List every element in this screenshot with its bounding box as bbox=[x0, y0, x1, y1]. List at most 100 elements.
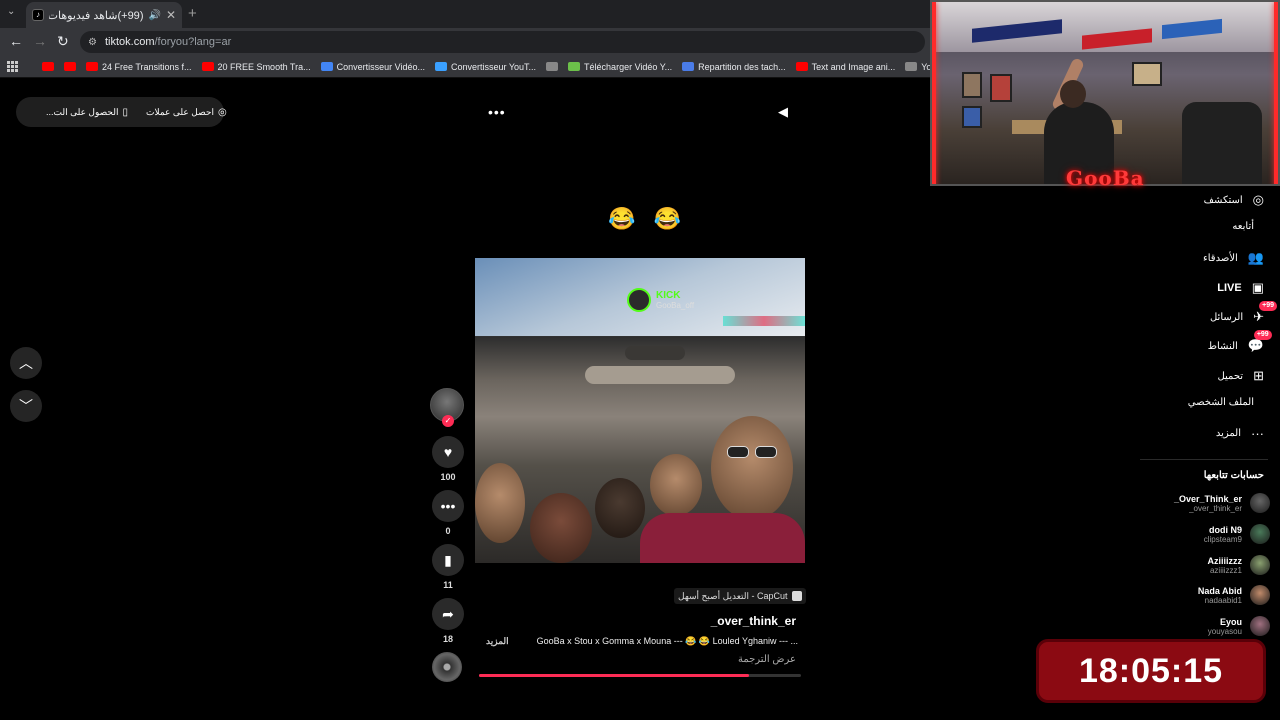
account-text: Aziiiizzz aziiiizzz1 bbox=[1207, 556, 1242, 575]
music-disc-icon[interactable] bbox=[432, 652, 462, 682]
account-text: dodi N9 clipsteam9 bbox=[1204, 525, 1242, 544]
video-progress-fill bbox=[479, 674, 750, 677]
reload-icon[interactable]: ↻ bbox=[57, 33, 69, 50]
sidebar-item-label: تحميل bbox=[1217, 370, 1244, 382]
following-accounts-title: حسابات تتابعها bbox=[1203, 470, 1264, 481]
capcut-tag[interactable]: CapCut - التعديل أصبح أسهل bbox=[674, 588, 806, 604]
account-name: Aziiiizzz bbox=[1207, 555, 1242, 566]
bookmark-item[interactable]: 24 Free Transitions f... bbox=[81, 62, 197, 72]
cam-frame bbox=[990, 74, 1012, 102]
bookmark-item[interactable]: Convertisseur Vidéo... bbox=[316, 62, 430, 72]
new-tab-button[interactable]: + bbox=[188, 5, 197, 22]
bookmark-favicon-icon bbox=[320, 62, 333, 71]
browser-tab-active[interactable]: ♪ (99+)شاهد فيديوهات متصدر 🔊 ✕ bbox=[26, 2, 182, 28]
chevron-up-icon: ︿ bbox=[19, 355, 33, 371]
sidebar-divider bbox=[1140, 459, 1268, 460]
bookmark-item[interactable]: Télécharger Vidéo Y... bbox=[563, 62, 677, 72]
follow-check-icon[interactable]: ✓ bbox=[442, 415, 454, 427]
get-app-button[interactable]: ▯ الحصول على الت... bbox=[46, 107, 128, 118]
sidebar-item-avatar[interactable]: الملف الشخصي bbox=[1188, 397, 1264, 408]
see-translation-link[interactable]: عرض الترجمة bbox=[738, 654, 796, 665]
close-tab-icon[interactable]: ✕ bbox=[166, 8, 176, 22]
cam-neon-left bbox=[932, 2, 936, 184]
see-more-link[interactable]: المزيد bbox=[486, 636, 509, 647]
bookmark-favicon-icon bbox=[86, 62, 98, 71]
more-options-icon[interactable]: ••• bbox=[488, 104, 506, 120]
video-player[interactable]: KICK GooBa_off bbox=[475, 258, 805, 563]
following-account[interactable]: Nada Abid nadaabid1 bbox=[1198, 585, 1270, 605]
video-led-strip bbox=[723, 316, 805, 326]
author-name[interactable]: _over_think_er bbox=[711, 614, 796, 628]
sidebar-item-upload[interactable]: ⊞ تحميل bbox=[1217, 368, 1264, 384]
sidebar-icon-wrap: ··· bbox=[1251, 426, 1264, 441]
action-bar: ✓ ♥ 100 ••• 0 ▮ 11 ➦ 18 bbox=[430, 388, 466, 682]
sidebar-item-more[interactable]: ··· المزيد bbox=[1216, 426, 1264, 441]
bookmark-item[interactable]: 20 FREE Smooth Tra... bbox=[197, 62, 316, 72]
next-video-button[interactable]: ﹀ bbox=[10, 390, 42, 422]
speaker-icon[interactable]: 🔊 bbox=[148, 10, 160, 21]
sidebar-item-messages[interactable]: ✈ 99+ الرسائل bbox=[1209, 301, 1277, 325]
sidebar-item-avatar[interactable]: أتابعه bbox=[1232, 221, 1264, 232]
bookmark-item[interactable]: Convertisseur YouT... bbox=[430, 62, 541, 72]
share-icon[interactable]: ➦ bbox=[432, 598, 464, 630]
sidebar-item-label: الرسائل bbox=[1209, 311, 1244, 323]
coin-icon: ◎ bbox=[217, 106, 227, 118]
account-text: _Over_Think_er _over_think_er bbox=[1174, 494, 1242, 513]
video-person bbox=[530, 493, 592, 563]
sidebar-item-friends[interactable]: 👥 الأصدقاء bbox=[1203, 250, 1264, 266]
bookmark-icon[interactable]: ▮ bbox=[432, 544, 464, 576]
sidebar-icon-wrap: ◎ bbox=[1253, 192, 1264, 208]
sidebar-item-label: استكشف bbox=[1203, 194, 1243, 206]
activity-icon: 💬 bbox=[1247, 338, 1264, 353]
following-account[interactable]: Eyou youyasou bbox=[1208, 616, 1270, 636]
bookmark-favicon-icon bbox=[682, 62, 695, 71]
account-handle: youyasou bbox=[1207, 626, 1242, 636]
notification-badge: 99+ bbox=[1253, 330, 1272, 340]
video-person bbox=[475, 463, 525, 543]
bookmark-item[interactable]: Repartition des tach... bbox=[677, 62, 791, 72]
video-visor bbox=[585, 366, 735, 384]
comment-icon[interactable]: ••• bbox=[432, 490, 464, 522]
share-count: 18 bbox=[442, 634, 453, 644]
heart-icon[interactable]: ♥ bbox=[432, 436, 464, 468]
tab-search-icon[interactable]: ⌄ bbox=[7, 6, 15, 17]
avatar bbox=[1250, 585, 1270, 605]
account-handle: nadaabid1 bbox=[1204, 595, 1242, 605]
video-progress-bar[interactable] bbox=[479, 674, 801, 677]
bookmark-item[interactable] bbox=[541, 62, 563, 71]
account-name: Nada Abid bbox=[1197, 585, 1242, 596]
following-account[interactable]: Aziiiizzz aziiiizzz1 bbox=[1207, 555, 1270, 575]
forward-icon[interactable]: → bbox=[33, 33, 47, 49]
volume-icon[interactable]: ◀ bbox=[778, 104, 788, 120]
bookmark-item[interactable] bbox=[59, 62, 81, 71]
avatar bbox=[1250, 555, 1270, 575]
url-host: tiktok.com bbox=[104, 36, 155, 48]
avatar bbox=[1250, 493, 1270, 513]
bookmark-item[interactable] bbox=[37, 62, 59, 71]
bookmark-label: Télécharger Vidéo Y... bbox=[584, 61, 673, 72]
url-path: /foryou?lang=ar bbox=[154, 36, 232, 48]
get-coins-button[interactable]: ◎ احصل على عملات bbox=[146, 107, 227, 118]
post-emojis: 😂 😂 bbox=[608, 206, 687, 231]
comment-count: 0 bbox=[445, 526, 451, 536]
following-account[interactable]: _Over_Think_er _over_think_er bbox=[1174, 493, 1270, 513]
notification-badge: 99+ bbox=[1259, 301, 1277, 311]
video-person bbox=[711, 416, 793, 520]
previous-video-button[interactable]: ︿ bbox=[10, 347, 42, 379]
chevron-down-icon: ﹀ bbox=[19, 398, 33, 414]
get-coins-label: احصل على عملات bbox=[146, 106, 214, 117]
apps-grid-icon[interactable] bbox=[7, 60, 19, 73]
site-info-icon[interactable]: ⚙ bbox=[88, 37, 97, 48]
back-icon[interactable]: ← bbox=[9, 33, 23, 49]
sidebar-item-compass[interactable]: ◎ استكشف bbox=[1204, 192, 1264, 208]
bookmark-item[interactable]: Text and Image ani... bbox=[791, 62, 901, 72]
sidebar-item-live[interactable]: ▣ LIVE bbox=[1217, 280, 1264, 296]
video-person bbox=[650, 454, 702, 516]
sidebar-item-activity[interactable]: 💬 99+ النشاط bbox=[1208, 330, 1272, 354]
more-icon: ··· bbox=[1251, 426, 1264, 441]
avatar bbox=[1250, 524, 1270, 544]
address-bar[interactable]: ⚙ tiktok.com/foryou?lang=ar bbox=[80, 31, 925, 53]
creator-avatar[interactable]: ✓ bbox=[430, 388, 464, 427]
following-account[interactable]: dodi N9 clipsteam9 bbox=[1204, 524, 1270, 544]
post-description: GooBa x Stou x Gomma x Mouna --- 😂 😂 Lou… bbox=[536, 636, 798, 646]
